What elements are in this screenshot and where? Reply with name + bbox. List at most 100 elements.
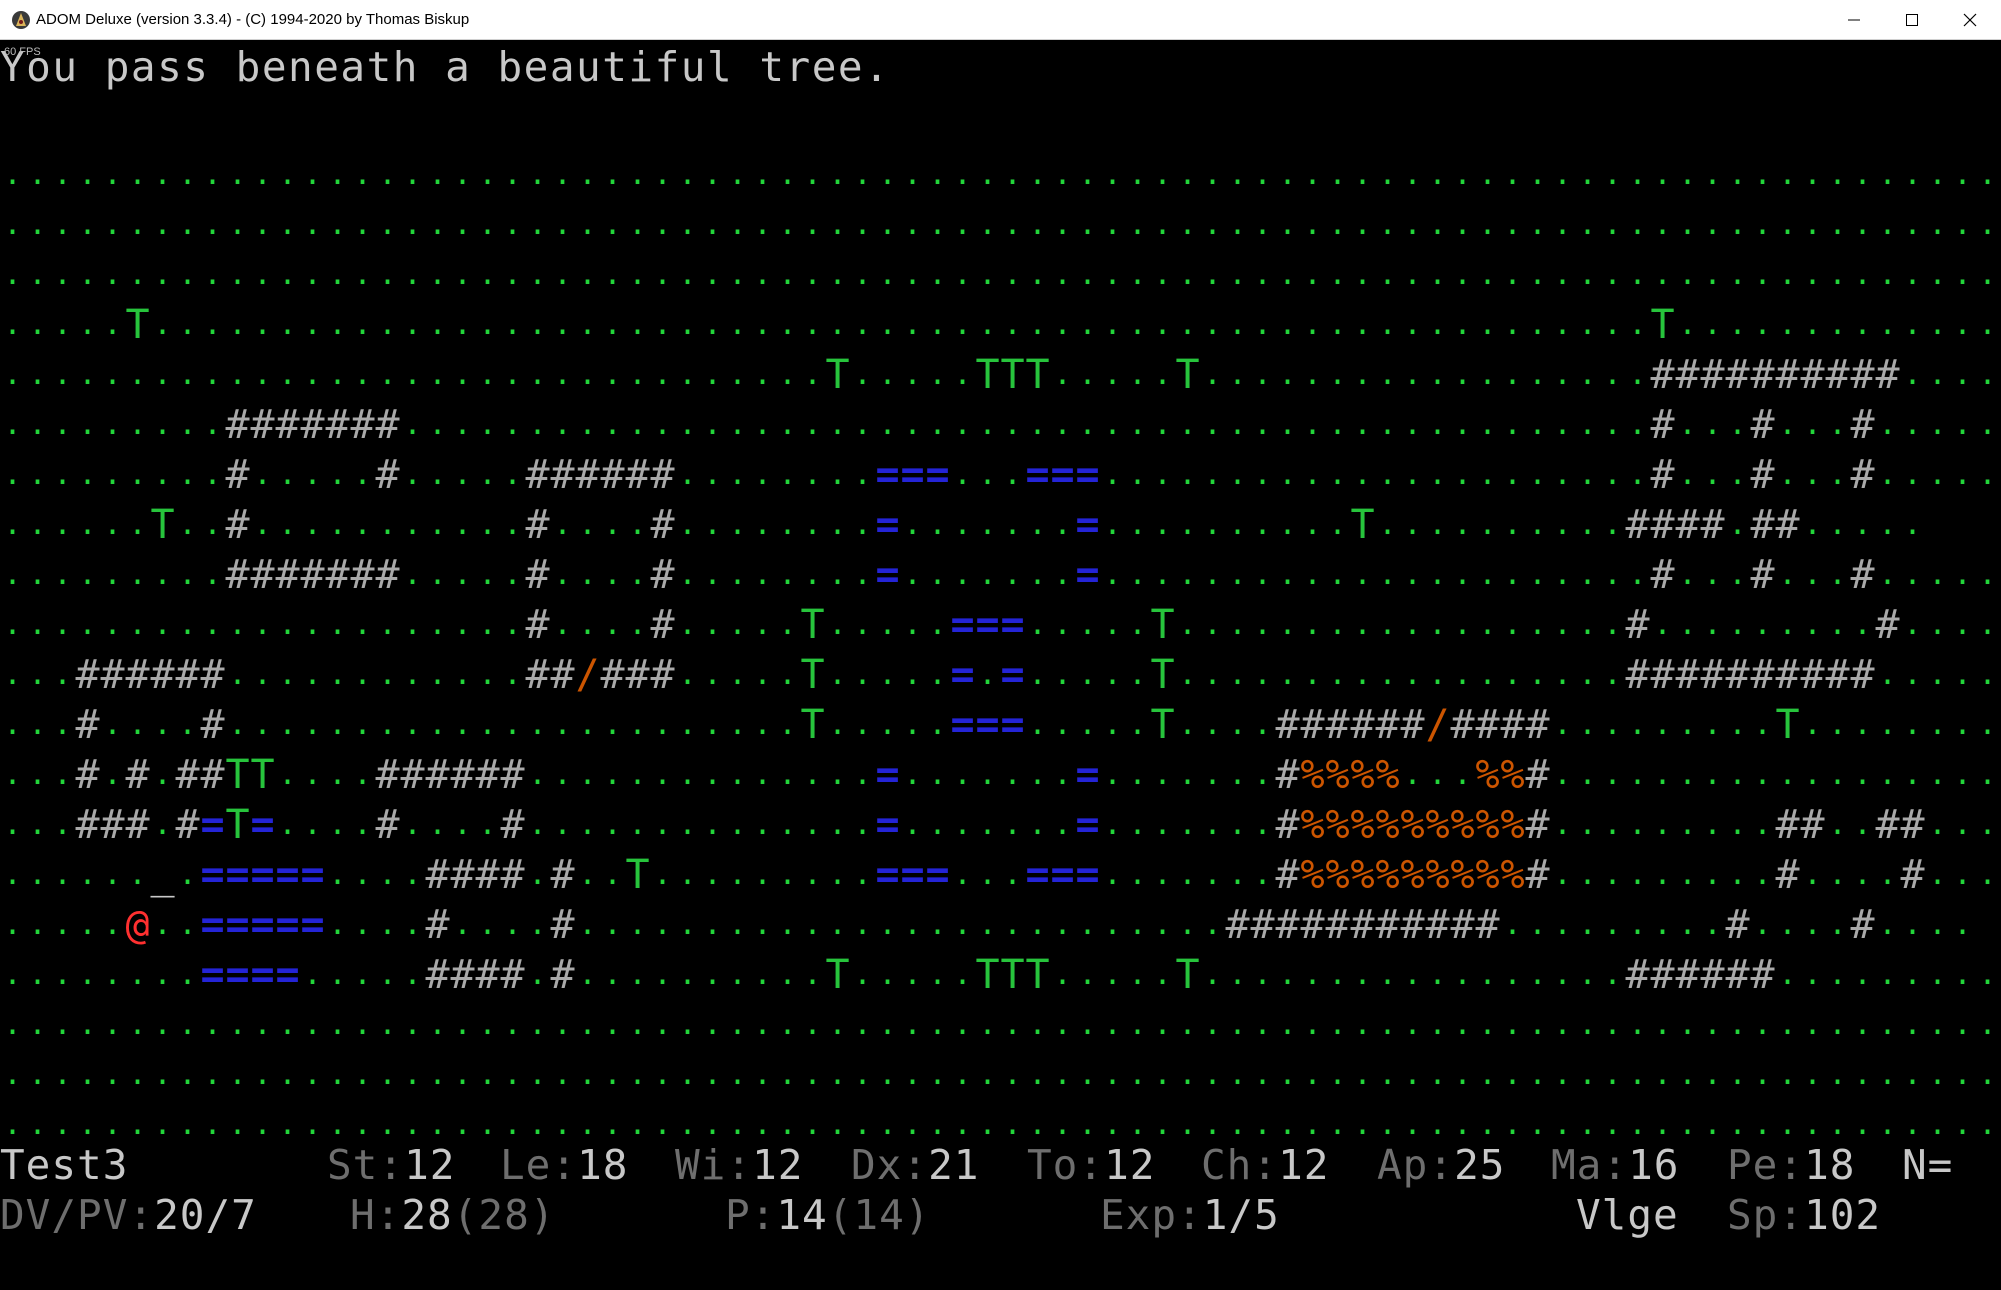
map-tile-grass: .	[1378, 1057, 1397, 1092]
map-tile-stair-marker: _	[150, 852, 175, 898]
map-tile-grass: .	[3, 607, 22, 642]
map-tile-grass: .	[678, 857, 697, 892]
map-tile-grass: .	[1728, 707, 1747, 742]
map-tile-grass: .	[278, 757, 297, 792]
map-tile-grass: .	[1178, 1007, 1197, 1042]
map-tile-grass: .	[1603, 157, 1622, 192]
map-tile-grass: .	[1153, 407, 1172, 442]
map-tile-grass: .	[603, 357, 622, 392]
map-tile-water: =	[275, 852, 300, 898]
map-tile-grass: .	[653, 757, 672, 792]
map-tile-grass: .	[1353, 407, 1372, 442]
map-tile-grass: .	[1003, 857, 1022, 892]
map-tile-grass: .	[1028, 707, 1047, 742]
map-tile-grass: .	[1428, 257, 1447, 292]
map-tile-grass: .	[1303, 407, 1322, 442]
map-tile-grass: .	[1703, 307, 1722, 342]
map-tile-grass: .	[378, 507, 397, 542]
map-tile-water: =	[875, 802, 900, 848]
map-tile-grass: .	[353, 657, 372, 692]
map-tile-grass: .	[1778, 1057, 1797, 1092]
map-tile-grass: .	[928, 307, 947, 342]
map-tile-wall: #	[1750, 352, 1775, 398]
map-tile-grass: .	[253, 1007, 272, 1042]
map-tile-wall: #	[1875, 802, 1900, 848]
map-tile-grass: .	[653, 407, 672, 442]
map-tile-grass: .	[1003, 507, 1022, 542]
map-tile-wall: #	[1875, 602, 1900, 648]
map-tile-grass: .	[1403, 657, 1422, 692]
map-tile-grass: .	[1253, 407, 1272, 442]
map-tile-grass: .	[928, 907, 947, 942]
map-tile-grass: .	[903, 407, 922, 442]
map-tile-grass: .	[1903, 207, 1922, 242]
map-tile-grass: .	[1378, 307, 1397, 342]
map-tile-grass: .	[1953, 457, 1972, 492]
map-tile-grass: .	[1853, 807, 1872, 842]
map-tile-grass: .	[1953, 707, 1972, 742]
map-tile-grass: .	[503, 257, 522, 292]
map-tile-grass: .	[603, 557, 622, 592]
map-tile-grass: .	[1228, 807, 1247, 842]
map-tile-grass: .	[328, 457, 347, 492]
map-tile-water: =	[1075, 752, 1100, 798]
map-tile-grass: .	[578, 857, 597, 892]
map-tile-grass: .	[1328, 257, 1347, 292]
map-tile-wall: #	[1650, 552, 1675, 598]
map-tile-grass: .	[1378, 357, 1397, 392]
map-tile-grass: .	[953, 507, 972, 542]
map-tile-grass: .	[3, 507, 22, 542]
stat-strength-value: 12	[404, 1141, 456, 1189]
map-row: ......... # # # # # # #........................…	[0, 400, 2001, 450]
map-tile-grass: .	[1828, 407, 1847, 442]
map-tile-grass: .	[478, 607, 497, 642]
map-tile-grass: .	[953, 957, 972, 992]
maximize-button[interactable]	[1883, 0, 1941, 39]
map-tile-wall: #	[450, 952, 475, 998]
map-tile-grass: .	[203, 507, 222, 542]
map-tile-grass: .	[1078, 357, 1097, 392]
map-tile-grass: .	[78, 257, 97, 292]
map-tile-grass: .	[803, 307, 822, 342]
map-tile-tree: T	[225, 752, 250, 798]
map-tile-wall: #	[650, 452, 675, 498]
map-tile-grass: .	[478, 207, 497, 242]
map-tile-grass: .	[1503, 457, 1522, 492]
minimize-button[interactable]	[1825, 0, 1883, 39]
map-tile-grass: .	[1003, 207, 1022, 242]
map-tile-grass: .	[478, 157, 497, 192]
map-tile-grass: .	[678, 207, 697, 242]
map-tile-grass: .	[403, 557, 422, 592]
map-tile-grass: .	[1778, 957, 1797, 992]
map-tile-grass: .	[803, 807, 822, 842]
map-tile-grass: .	[1403, 407, 1422, 442]
map-tile-grass: .	[1903, 557, 1922, 592]
map-tile-grass: .	[703, 707, 722, 742]
close-button[interactable]	[1941, 0, 1999, 39]
map-tile-grass: .	[328, 207, 347, 242]
map-tile-grass: .	[1878, 507, 1897, 542]
map-tile-grass: .	[1303, 307, 1322, 342]
map-tile-grass: .	[478, 457, 497, 492]
game-map[interactable]: ........................................…	[0, 150, 2001, 1150]
map-tile-grass: .	[1203, 957, 1222, 992]
map-tile-grass: .	[1103, 857, 1122, 892]
map-tile-grass: .	[903, 257, 922, 292]
map-tile-grass: .	[1903, 957, 1922, 992]
map-tile-grass: .	[1803, 407, 1822, 442]
map-tile-grass: .	[1728, 457, 1747, 492]
map-tile-grass: .	[778, 507, 797, 542]
map-tile-grass: .	[978, 257, 997, 292]
stat-toughness: To:12	[1027, 1140, 1155, 1190]
map-tile-grass: .	[1478, 507, 1497, 542]
map-tile-grass: .	[153, 607, 172, 642]
map-tile-grass: .	[453, 407, 472, 442]
map-tile-grass: .	[1603, 657, 1622, 692]
map-tile-grass: .	[478, 507, 497, 542]
map-tile-wall: #	[150, 652, 175, 698]
map-tile-grass: .	[1703, 557, 1722, 592]
map-tile-grass: .	[53, 757, 72, 792]
map-tile-player: @	[125, 902, 150, 948]
map-tile-water: =	[1025, 452, 1050, 498]
map-tile-grass: .	[1128, 157, 1147, 192]
